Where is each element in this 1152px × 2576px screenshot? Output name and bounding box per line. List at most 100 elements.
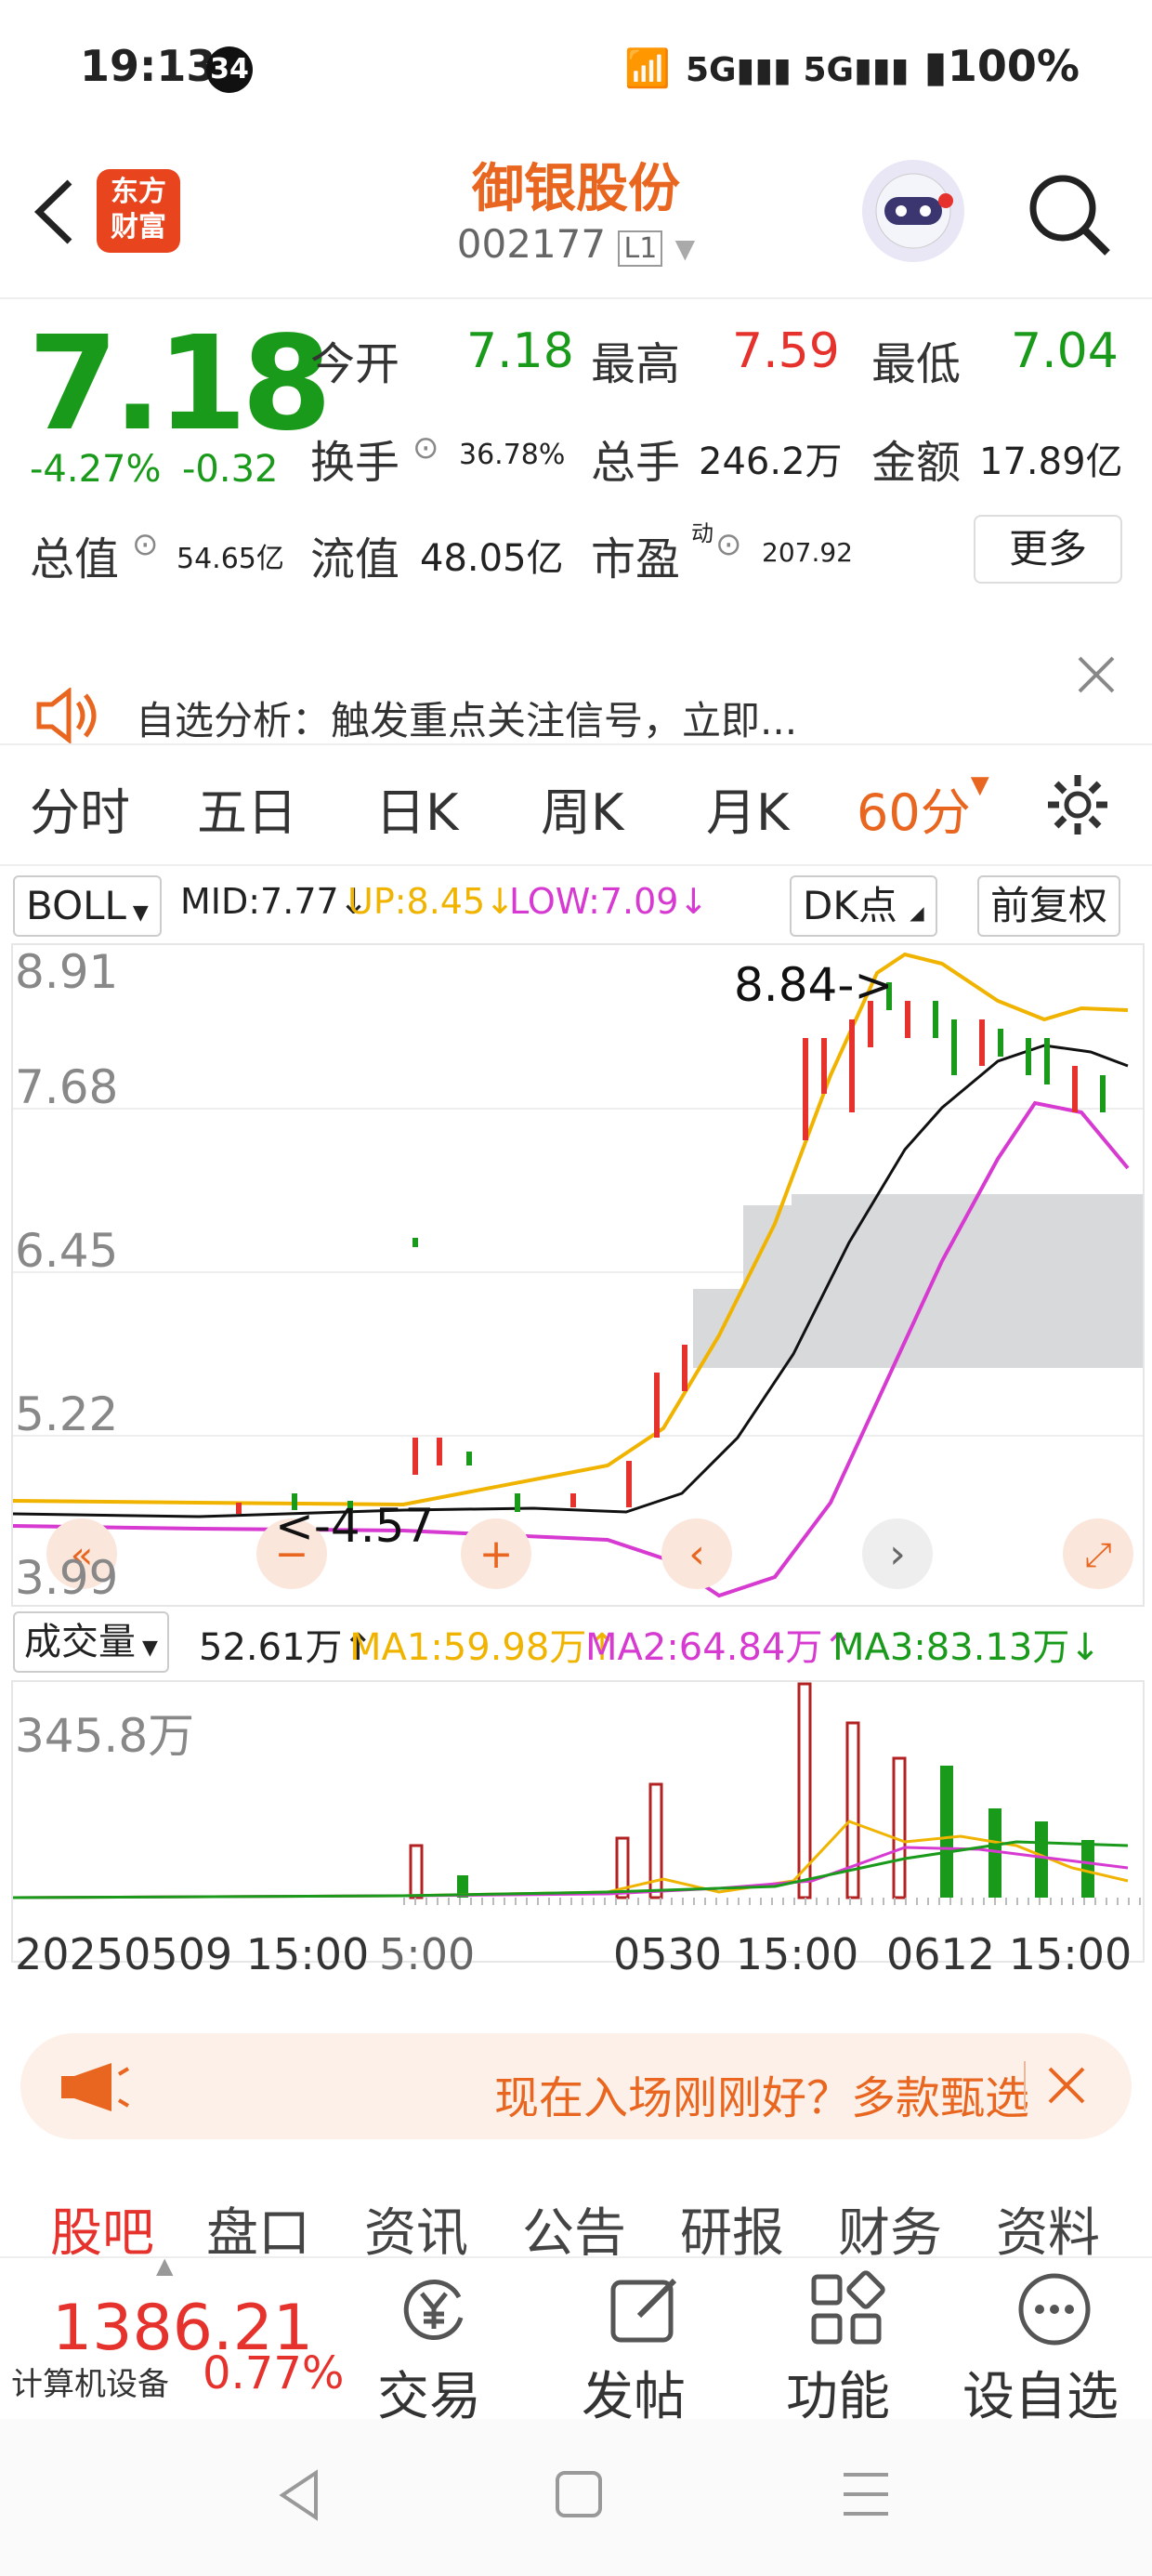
banner-text: 自选分析：触发重点关注信号，立即... <box>136 698 798 743</box>
high-label: 最高 <box>591 338 681 390</box>
volume-y-max: 345.8万 <box>15 1709 195 1763</box>
volume-indicator-select[interactable]: 成交量 ▼ <box>13 1611 169 1673</box>
menu-icon[interactable] <box>840 2469 892 2519</box>
tab-profile[interactable]: 资料 <box>996 2191 1100 2267</box>
volume-ma2: MA2:64.84万↑ <box>585 1626 854 1669</box>
change-percent: -4.27% <box>30 448 162 491</box>
ad-text: 现在入场刚刚好？多款甄选 <box>494 2072 1030 2124</box>
add-watchlist-button[interactable]: 设自选 <box>957 2258 1152 2427</box>
period-tabs: 分时 五日 日K 周K 月K 60分▼ <box>0 743 1152 866</box>
volume-value: 52.61万↑ <box>199 1626 374 1669</box>
indicator-select[interactable]: BOLL ▼ <box>13 875 162 937</box>
mktcap-label: 总值 <box>30 533 120 585</box>
analysis-banner[interactable]: 自选分析：触发重点关注信号，立即... <box>0 613 1152 743</box>
gear-icon[interactable] <box>1044 771 1111 838</box>
vol-ma3-line <box>12 1840 1129 1899</box>
info-icon[interactable]: ⊙ <box>132 526 159 563</box>
volume-bars <box>409 1682 1094 1899</box>
tab-daily-k[interactable]: 日K <box>375 771 458 845</box>
ad-banner[interactable]: 现在入场刚刚好？多款甄选 <box>20 2033 1132 2139</box>
quote-panel: 7.18 -4.27% -0.32 今开 7.18 最高 7.59 最低 7.0… <box>0 297 1152 606</box>
kline-chart[interactable]: « − + ‹ › ⤢ 8.91 7.68 6.45 5.22 3.99 8.8… <box>11 943 1145 1607</box>
tab-60min[interactable]: 60分▼ <box>857 771 989 845</box>
stock-code-row[interactable]: 002177 L1 ▼ <box>0 221 1152 267</box>
home-square-icon[interactable] <box>554 2469 604 2519</box>
tab-research[interactable]: 研报 <box>680 2191 784 2267</box>
volume-value: 246.2万 <box>699 440 843 483</box>
wifi-icon: 📶 <box>624 47 671 90</box>
tab-news[interactable]: 资讯 <box>364 2191 468 2267</box>
mktcap-value: 54.65亿 <box>177 543 284 575</box>
bottom-nav: ▲ 1386.21 计算机设备 0.77% 交易 发帖 功能 设自选 <box>0 2253 1152 2427</box>
amount-label: 金额 <box>871 437 962 489</box>
chevron-right-icon: › <box>889 1531 906 1578</box>
yen-exchange-icon <box>403 2280 464 2340</box>
pe-value: 207.92 <box>762 537 853 568</box>
kline-svg: « − + ‹ › ⤢ <box>12 952 1143 1598</box>
gap-zone <box>792 1194 1143 1296</box>
trade-button[interactable]: 交易 <box>364 2258 504 2427</box>
more-circle-icon <box>1018 2273 1091 2346</box>
functions-button[interactable]: 功能 <box>777 2258 916 2427</box>
info-icon[interactable]: ⊙ <box>412 429 439 467</box>
dropdown-caret-icon: ▼ <box>136 1636 158 1660</box>
stock-name: 御银股份 <box>472 159 680 219</box>
y-tick: 3.99 <box>15 1551 119 1605</box>
low-label: 最低 <box>871 338 962 390</box>
clock: 19:13 <box>80 41 216 91</box>
close-icon[interactable] <box>1046 2065 1087 2106</box>
time-tick: 0530 15:00 <box>613 1929 859 1979</box>
y-tick: 5.22 <box>15 1387 119 1441</box>
amount-value: 17.89亿 <box>979 440 1123 483</box>
high-value: 7.59 <box>732 323 840 379</box>
dropdown-caret-icon: ▼ <box>125 901 149 925</box>
tab-finance[interactable]: 财务 <box>838 2191 942 2267</box>
dropdown-caret-icon: ▼ <box>970 771 989 799</box>
back-triangle-icon[interactable] <box>275 2467 323 2523</box>
sector-index[interactable]: ▲ 1386.21 计算机设备 0.77% <box>0 2253 345 2421</box>
adjust-button[interactable]: 前复权 <box>977 875 1121 937</box>
y-tick: 6.45 <box>15 1224 119 1278</box>
info-icon[interactable]: ⊙ <box>715 526 742 563</box>
system-nav-bar <box>0 2419 1152 2576</box>
volume-ma3: MA3:83.13万↓ <box>832 1626 1101 1669</box>
battery-icon: ▮ <box>923 41 948 91</box>
low-marker: <-4.57 <box>275 1499 435 1553</box>
pe-superscript: 动 <box>691 520 713 546</box>
robot-assistant-icon[interactable] <box>862 160 964 262</box>
dk-point-button[interactable]: DK点 ◢ <box>790 875 937 937</box>
notification-badge: 34 <box>206 46 253 93</box>
tab-order-book[interactable]: 盘口 <box>206 2191 310 2267</box>
stock-header: 东方 财富 御银股份 002177 L1 ▼ <box>0 139 1152 288</box>
more-button[interactable]: 更多 <box>974 515 1122 584</box>
battery-level: 100% <box>947 41 1080 91</box>
speaker-icon <box>36 688 97 743</box>
turnover-label: 换手 <box>310 437 400 489</box>
search-icon[interactable] <box>1022 167 1115 260</box>
open-label: 今开 <box>310 338 400 390</box>
ad-text-viewport: 现在入场刚刚好？多款甄选 <box>141 2033 1033 2139</box>
tab-forum[interactable]: 股吧 <box>50 2191 154 2267</box>
y-tick: 8.91 <box>15 945 119 999</box>
time-tick: 20250509 15:00 <box>15 1929 370 1979</box>
time-tick: 0612 15:00 <box>886 1929 1132 1979</box>
tab-five-day[interactable]: 五日 <box>197 771 297 845</box>
volume-label: 总手 <box>591 437 681 489</box>
high-marker: 8.84-> <box>734 958 894 1012</box>
edit-icon <box>610 2278 677 2343</box>
status-bar: 19:13 34 📶 5G▮▮▮ 5G▮▮▮ ▮100% <box>0 0 1152 139</box>
close-icon[interactable] <box>1076 654 1117 695</box>
tab-weekly-k[interactable]: 周K <box>541 771 623 845</box>
tab-intraday[interactable]: 分时 <box>30 771 130 845</box>
low-value: 7.04 <box>1011 323 1119 379</box>
volume-chart[interactable]: 345.8万 <box>11 1680 1145 1963</box>
tab-announcements[interactable]: 公告 <box>522 2191 626 2267</box>
tab-monthly-k[interactable]: 月K <box>706 771 789 845</box>
plus-icon: + <box>479 1531 514 1578</box>
float-value: 48.05亿 <box>420 537 564 580</box>
chevron-down-icon: ▼ <box>674 233 696 264</box>
turnover-value: 36.78% <box>459 439 566 471</box>
sector-change: 0.77% <box>203 2347 345 2399</box>
post-button[interactable]: 发帖 <box>569 2258 708 2427</box>
boll-low: LOW:7.09↓ <box>509 881 709 922</box>
